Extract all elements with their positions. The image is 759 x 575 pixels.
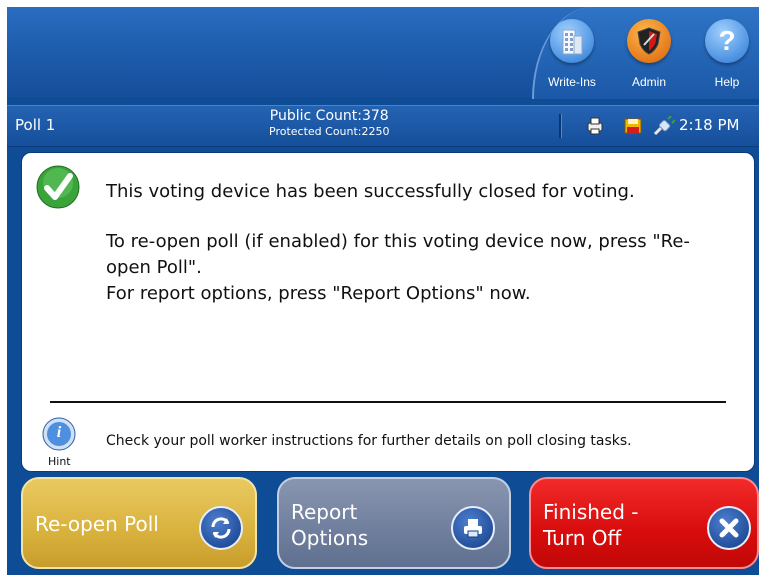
divider [50, 401, 726, 403]
report-options-button[interactable]: Report Options [277, 477, 511, 569]
admin-button[interactable]: Admin [619, 19, 679, 99]
top-toolbar: Write-Ins Admin ? Help [7, 7, 759, 99]
report-instruction: For report options, press "Report Option… [106, 283, 531, 304]
help-button[interactable]: ? Help [697, 19, 757, 99]
printer-icon [451, 506, 495, 550]
report-options-label: Report Options [291, 499, 368, 551]
help-label: Help [714, 75, 740, 89]
checkmark-icon [36, 165, 80, 209]
finish-label-line2: Turn Off [543, 526, 622, 550]
write-ins-button[interactable]: Write-Ins [542, 19, 602, 99]
status-bar: Poll 1 Public Count:378 Protected Count:… [7, 105, 759, 147]
hint-text: Check your poll worker instructions for … [106, 433, 632, 449]
reopen-poll-button[interactable]: Re-open Poll [21, 477, 257, 569]
info-glyph: i [56, 424, 62, 441]
finish-label: Finished - Turn Off [543, 499, 639, 551]
closed-message: This voting device has been successfully… [106, 181, 635, 202]
protected-count: Protected Count:2250 [269, 125, 390, 138]
admin-label: Admin [631, 75, 666, 89]
report-label-line2: Options [291, 526, 369, 550]
help-icon: ? [705, 19, 749, 63]
memory-card-icon [623, 116, 643, 136]
message-panel: This voting device has been successfully… [21, 152, 755, 472]
help-glyph: ? [718, 25, 736, 56]
info-icon: i [42, 417, 76, 451]
hint-label: Hint [48, 455, 71, 468]
refresh-icon [199, 506, 243, 550]
instructions-message: To re-open poll (if enabled) for this vo… [106, 229, 726, 307]
clock-time: 2:18 PM [679, 116, 740, 134]
printer-status-icon [585, 116, 605, 136]
write-ins-label: Write-Ins [548, 75, 596, 89]
finish-label-line1: Finished - [543, 500, 639, 524]
reopen-poll-label: Re-open Poll [35, 512, 159, 536]
vote-counts: Public Count:378 Protected Count:2250 [269, 108, 390, 140]
poll-name: Poll 1 [15, 116, 56, 134]
close-icon [707, 506, 751, 550]
status-divider [559, 114, 562, 138]
public-count: Public Count:378 [269, 108, 389, 124]
power-plug-icon [653, 115, 676, 136]
reopen-instruction: To re-open poll (if enabled) for this vo… [106, 231, 690, 278]
report-label-line1: Report [291, 500, 358, 524]
building-icon [550, 19, 594, 63]
shield-icon [627, 19, 671, 63]
voting-device-screen: Write-Ins Admin ? Help Poll 1 Public Cou… [7, 7, 759, 575]
finish-turn-off-button[interactable]: Finished - Turn Off [529, 477, 759, 569]
